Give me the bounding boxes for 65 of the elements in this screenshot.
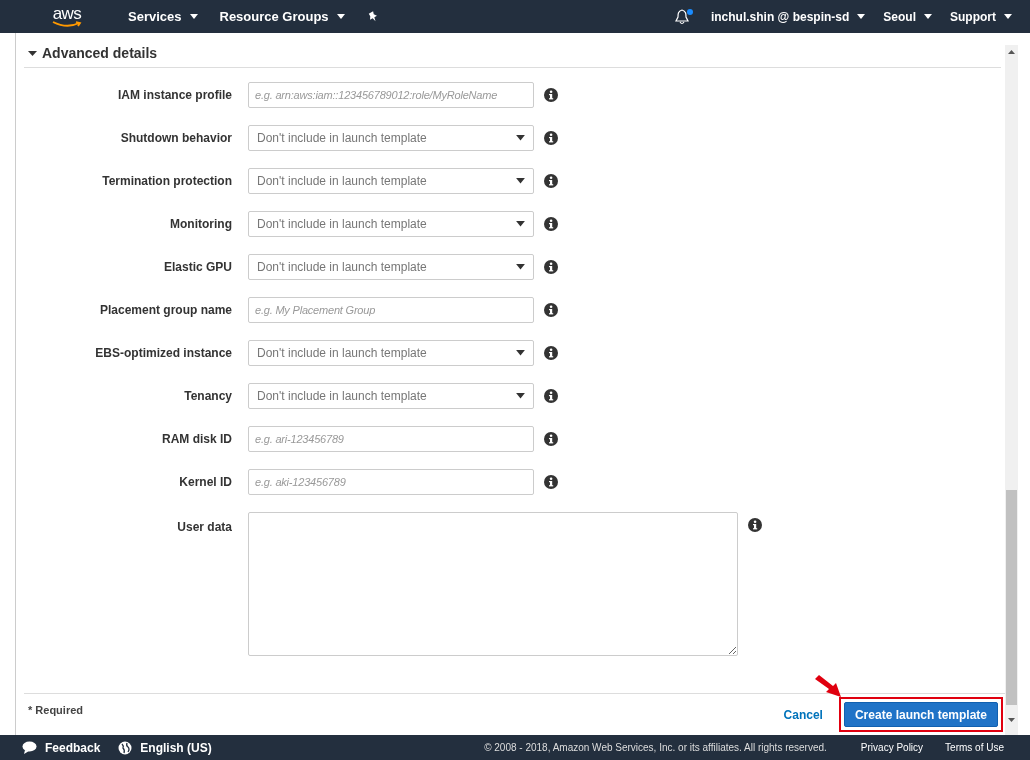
info-icon[interactable] [544, 346, 558, 360]
dropdown[interactable]: Don't include in launch template [248, 211, 534, 237]
dropdown[interactable]: Don't include in launch template [248, 168, 534, 194]
required-note: * Required [28, 704, 83, 716]
info-icon[interactable] [544, 131, 558, 145]
dropdown[interactable]: Don't include in launch template [248, 254, 534, 280]
pin-icon[interactable] [366, 10, 379, 23]
caret-icon [28, 48, 37, 58]
dropdown[interactable]: Don't include in launch template [248, 340, 534, 366]
input-field[interactable]: e.g. aki-123456789 [248, 469, 534, 495]
logo[interactable]: aws [52, 6, 82, 21]
info-icon[interactable] [544, 303, 558, 317]
caret-icon [857, 14, 866, 19]
create-button[interactable]: Create launch template [843, 702, 998, 727]
info-icon[interactable] [544, 475, 558, 489]
caret-icon [516, 264, 525, 270]
info-icon[interactable] [544, 88, 558, 102]
nav-menu[interactable]: Support [950, 9, 1012, 24]
nav-menu[interactable]: Seoul [883, 9, 932, 24]
info-icon[interactable] [544, 389, 558, 403]
footer-link[interactable]: Terms of Use [945, 742, 1004, 753]
cancel-link[interactable]: Cancel [777, 706, 829, 723]
nav-menu[interactable]: inchul.shin @ bespin-sd [710, 9, 866, 24]
info-icon[interactable] [544, 217, 558, 231]
caret-icon [924, 14, 932, 19]
caret-icon [516, 221, 525, 227]
label: Termination protection [101, 174, 232, 188]
nav-menu[interactable]: Resource Groups [219, 9, 345, 24]
info-icon[interactable] [544, 174, 558, 188]
info-icon[interactable] [544, 432, 558, 446]
caret-icon [516, 135, 525, 141]
dropdown[interactable]: Don't include in launch template [248, 125, 534, 151]
caret-icon [189, 14, 198, 19]
dropdown[interactable]: Don't include in launch template [248, 383, 534, 409]
caret-icon [516, 393, 525, 399]
input-field[interactable]: e.g. arn:aws:iam::123456789012:role/MyRoleName [248, 82, 534, 108]
language-selector[interactable]: English (US) [140, 740, 212, 755]
label: Monitoring [169, 217, 232, 231]
smile-arrow-icon [52, 21, 82, 27]
label: RAM disk ID [161, 432, 232, 446]
label: EBS-optimized instance [94, 346, 232, 360]
caret-icon [516, 350, 525, 356]
label: User data [176, 519, 232, 534]
label: Elastic GPU [162, 260, 232, 274]
caret-icon [516, 178, 525, 184]
label: IAM instance profile [116, 88, 232, 102]
label: Tenancy [183, 389, 232, 403]
info-icon[interactable] [748, 518, 762, 532]
speech-bubble-icon [22, 741, 37, 754]
info-icon[interactable] [544, 260, 558, 274]
globe-icon [118, 740, 133, 755]
label: Placement group name [98, 303, 232, 317]
copyright-text: © 2008 - 2018, Amazon Web Services, Inc. or its affiliates. All rights reserved. [484, 742, 827, 753]
caret-icon [1004, 14, 1012, 19]
label: Kernel ID [178, 475, 232, 489]
nav-menu[interactable]: Services [128, 9, 198, 24]
section-header[interactable]: Advanced details [24, 33, 1001, 68]
input-field[interactable]: e.g. My Placement Group [248, 297, 534, 323]
caret-icon [336, 14, 345, 19]
footer-link[interactable]: Privacy Policy [860, 742, 924, 753]
feedback-link[interactable]: Feedback [45, 740, 101, 755]
bell-icon[interactable] [674, 8, 693, 25]
label: Shutdown behavior [119, 131, 232, 145]
input-field[interactable]: e.g. ari-123456789 [248, 426, 534, 452]
section-title: Advanced details [42, 45, 158, 61]
